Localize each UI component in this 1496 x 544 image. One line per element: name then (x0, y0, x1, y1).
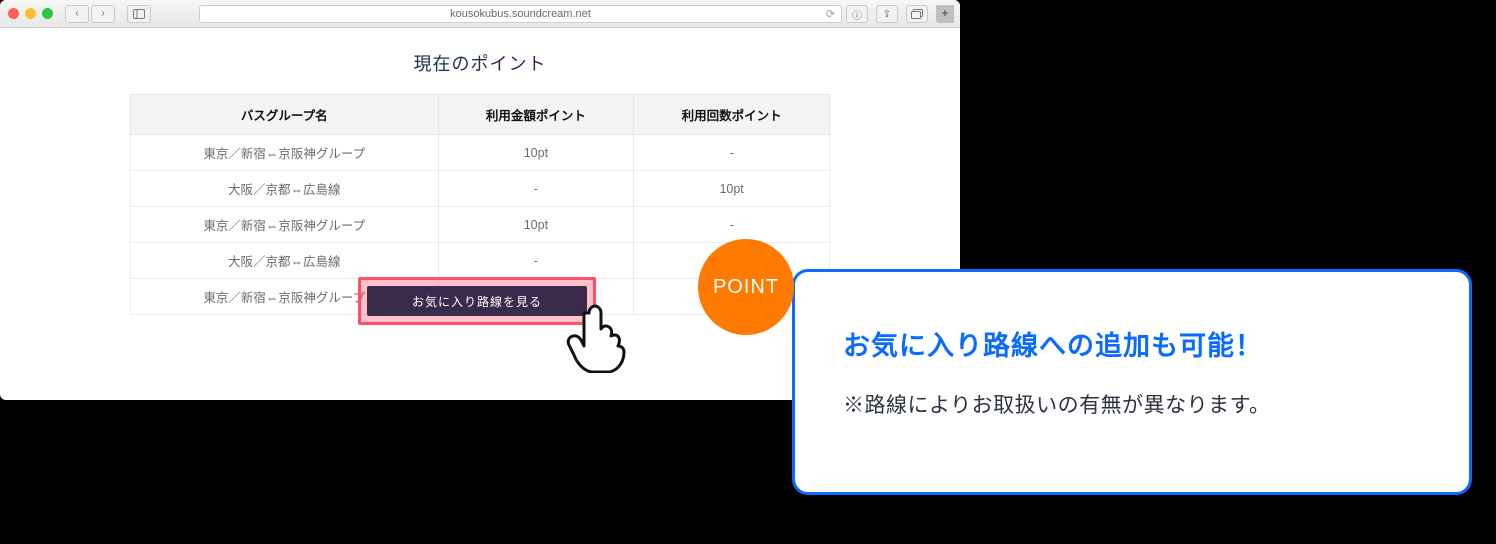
cell-count: - (634, 207, 830, 243)
browser-toolbar-right: ⓘ ⇪ + (846, 0, 954, 28)
show-tabs-button[interactable] (906, 5, 928, 23)
cell-count: - (634, 135, 830, 171)
window-close-icon[interactable] (8, 8, 19, 19)
share-button[interactable]: ⇪ (876, 5, 898, 23)
view-favorite-routes-button[interactable]: お気に入り路線を見る (367, 286, 587, 316)
col-header-amount: 利用金額ポイント (438, 95, 634, 135)
table-header-row: バスグループ名 利用金額ポイント 利用回数ポイント (131, 95, 830, 135)
cell-amount: 10pt (438, 207, 634, 243)
tabs-icon (911, 9, 923, 19)
callout-subtext: ※路線によりお取扱いの有無が異なります。 (843, 389, 1421, 419)
point-badge: POINT (698, 239, 794, 335)
table-row: 大阪／京都⇔広島線 - 10pt (131, 171, 830, 207)
cell-amount: 10pt (438, 135, 634, 171)
cell-group: 大阪／京都⇔広島線 (131, 243, 439, 279)
cta-highlight-frame: お気に入り路線を見る (358, 277, 596, 325)
browser-chrome: ‹ › kousokubus.soundcream.net ⟳ ⓘ ⇪ + (0, 0, 960, 28)
info-callout: お気に入り路線への追加も可能！ ※路線によりお取扱いの有無が異なります。 (792, 269, 1472, 495)
window-maximize-icon[interactable] (42, 8, 53, 19)
nav-back-forward: ‹ › (65, 5, 115, 23)
callout-title: お気に入り路線への追加も可能！ (843, 324, 1421, 363)
col-header-group: バスグループ名 (131, 95, 439, 135)
reload-icon[interactable]: ⟳ (826, 7, 835, 20)
cell-count: 10pt (634, 171, 830, 207)
cell-amount: - (438, 171, 634, 207)
cell-amount: - (438, 243, 634, 279)
page-title: 現在のポイント (130, 50, 830, 76)
url-text: kousokubus.soundcream.net (450, 8, 591, 20)
table-row: 東京／新宿⇔京阪神グループ 10pt - (131, 135, 830, 171)
new-tab-button[interactable]: + (936, 5, 954, 23)
cell-group: 大阪／京都⇔広島線 (131, 171, 439, 207)
nav-forward-button[interactable]: › (91, 5, 115, 23)
nav-back-button[interactable]: ‹ (65, 5, 89, 23)
table-row: 東京／新宿⇔京阪神グループ 10pt - (131, 207, 830, 243)
cell-group: 東京／新宿⇔京阪神グループ (131, 135, 439, 171)
cell-group: 東京／新宿⇔京阪神グループ (131, 207, 439, 243)
show-sidebar-button[interactable] (127, 5, 151, 23)
url-bar[interactable]: kousokubus.soundcream.net ⟳ (199, 5, 842, 23)
col-header-count: 利用回数ポイント (634, 95, 830, 135)
window-traffic-lights (8, 8, 53, 19)
window-minimize-icon[interactable] (25, 8, 36, 19)
reader-button[interactable]: ⓘ (846, 5, 868, 23)
sidebar-icon (133, 9, 145, 19)
